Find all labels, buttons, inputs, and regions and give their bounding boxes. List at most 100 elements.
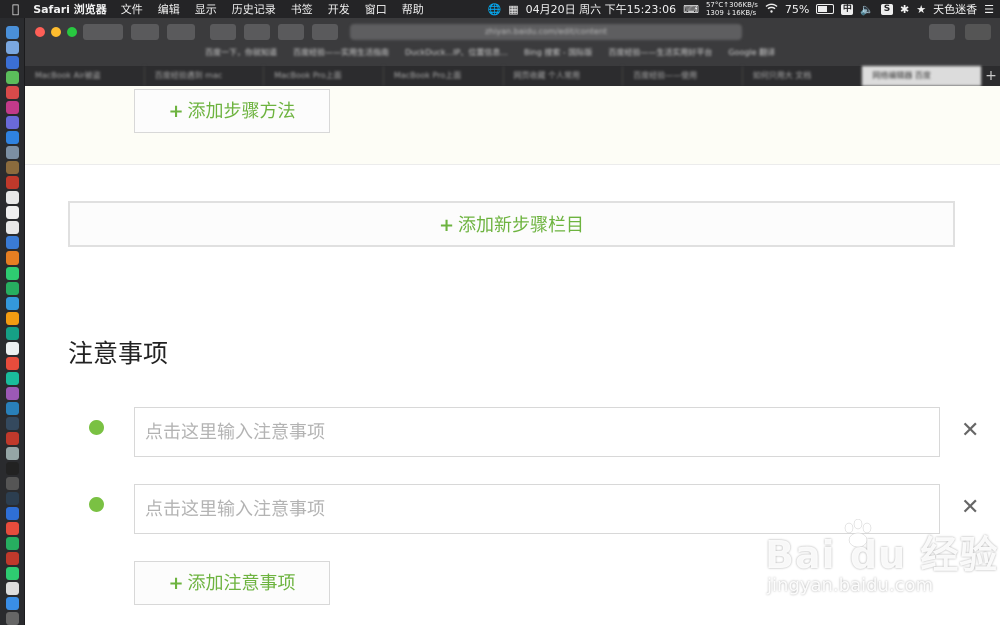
sogou-icon[interactable]: S [881, 3, 894, 15]
globe-icon[interactable]: 🌐 [488, 3, 502, 16]
add-note-button[interactable]: + 添加注意事项 [134, 561, 330, 605]
dock-app-icon[interactable] [5, 116, 19, 130]
menu-bookmarks[interactable]: 书签 [291, 1, 313, 17]
dock-app-icon[interactable] [5, 386, 19, 400]
dock-app-icon[interactable] [5, 476, 19, 490]
browser-tab[interactable]: MacBook Pro上面 [384, 66, 504, 86]
user-name[interactable]: 天色迷香 [933, 1, 977, 17]
favorite-item[interactable]: 百度一下，你就知道 [205, 45, 277, 61]
apple-icon[interactable]:  [12, 2, 19, 16]
volume-icon[interactable]: 🔈 [860, 3, 874, 16]
add-step-method-button[interactable]: + 添加步骤方法 [134, 89, 330, 133]
dock-app-icon[interactable] [5, 416, 19, 430]
browser-tab[interactable]: 如何只用大 文档 [743, 66, 863, 86]
favorite-item[interactable]: DuckDuck...IP、位置信息... [405, 45, 508, 61]
browser-tab[interactable]: MacBook Pro上面 [264, 66, 384, 86]
dock-app-icon[interactable] [5, 101, 19, 115]
favorite-item[interactable]: Bing 搜索 - 国际版 [524, 45, 592, 61]
dock-app-icon[interactable] [5, 176, 19, 190]
add-step-section-button[interactable]: + 添加新步骤栏目 [68, 201, 955, 247]
dock-app-icon[interactable] [5, 56, 19, 70]
sidebar-button[interactable] [131, 24, 159, 40]
browser-tab[interactable]: 百度经验遇到 mac [145, 66, 265, 86]
dock-app-icon[interactable] [5, 266, 19, 280]
share-button[interactable] [929, 24, 955, 40]
extension-button-3[interactable] [278, 24, 304, 40]
dock-app-icon[interactable] [5, 491, 19, 505]
keyboard-icon[interactable]: ⌨ [683, 3, 699, 16]
dock-app-icon[interactable] [5, 582, 19, 596]
dock-app-icon[interactable] [5, 161, 19, 175]
menu-view[interactable]: 显示 [195, 1, 217, 17]
clock-datetime[interactable]: 04月20日 周六 下午15:23:06 [526, 1, 676, 17]
browser-tab[interactable]: MacBook Air被盗 [25, 66, 145, 86]
close-window-icon[interactable] [35, 27, 45, 37]
dock-app-icon[interactable] [5, 296, 19, 310]
dock-app-icon[interactable] [5, 597, 19, 611]
note-input[interactable] [134, 407, 940, 457]
dock-app-icon[interactable] [5, 567, 19, 581]
dock-app-icon[interactable] [5, 461, 19, 475]
dock-app-icon[interactable] [5, 612, 19, 625]
dock-app-icon[interactable] [5, 371, 19, 385]
dock-app-icon[interactable] [5, 356, 19, 370]
extension-button-4[interactable] [312, 24, 338, 40]
bluetooth-icon[interactable]: ✱ [900, 3, 909, 16]
dock-app-icon[interactable] [5, 341, 19, 355]
new-tab-button[interactable]: + [982, 66, 1000, 86]
dock-app-icon[interactable] [5, 26, 19, 40]
wifi-icon[interactable] [765, 3, 778, 16]
extension-button[interactable] [210, 24, 236, 40]
browser-tab-active[interactable]: 网络编辑器 百度 [862, 66, 982, 86]
browser-tab[interactable]: 百度经验——使用 [623, 66, 743, 86]
favorite-item[interactable]: 百度经验——生活实用好平台 [608, 45, 712, 61]
extension-button-2[interactable] [244, 24, 270, 40]
browser-tab[interactable]: 网页收藏 个人常用 [504, 66, 624, 86]
tab-overview-button[interactable] [965, 24, 991, 40]
dock-app-icon[interactable] [5, 41, 19, 55]
zoom-window-icon[interactable] [67, 27, 77, 37]
menu-window[interactable]: 窗口 [365, 1, 387, 17]
back-forward-button[interactable] [83, 24, 123, 40]
input-method-icon[interactable]: 中 [841, 3, 854, 15]
step-area: + 添加步骤方法 [25, 86, 1000, 165]
dock-app-icon[interactable] [5, 236, 19, 250]
battery-icon[interactable] [816, 4, 835, 14]
battery-percent[interactable]: 75% [785, 3, 809, 16]
dock-app-icon[interactable] [5, 326, 19, 340]
menu-help[interactable]: 帮助 [402, 1, 424, 17]
dock-app-icon[interactable] [5, 507, 19, 521]
dock-app-icon[interactable] [5, 146, 19, 160]
star-icon[interactable]: ★ [916, 3, 926, 16]
dock-app-icon[interactable] [5, 311, 19, 325]
dock-app-icon[interactable] [5, 446, 19, 460]
minimize-window-icon[interactable] [51, 27, 61, 37]
home-button[interactable] [167, 24, 195, 40]
dock-app-icon[interactable] [5, 537, 19, 551]
dock-app-icon[interactable] [5, 431, 19, 445]
note-input[interactable] [134, 484, 940, 534]
dock-app-icon[interactable] [5, 251, 19, 265]
dock-app-icon[interactable] [5, 206, 19, 220]
menu-develop[interactable]: 开发 [328, 1, 350, 17]
menu-edit[interactable]: 编辑 [158, 1, 180, 17]
dock-app-icon[interactable] [5, 221, 19, 235]
dock-app-icon[interactable] [5, 71, 19, 85]
dock-app-icon[interactable] [5, 552, 19, 566]
dock-app-icon[interactable] [5, 401, 19, 415]
menu-app-name[interactable]: Safari 浏览器 [33, 1, 107, 17]
favorite-item[interactable]: 百度经验——实用生活指南 [293, 45, 389, 61]
dock-app-icon[interactable] [5, 281, 19, 295]
menu-file[interactable]: 文件 [121, 1, 143, 17]
dock-app-icon[interactable] [5, 191, 19, 205]
menu-history[interactable]: 历史记录 [232, 1, 276, 17]
address-bar[interactable]: zhiyan.baidu.com/edit/content [350, 24, 742, 40]
network-monitor[interactable]: 57°C↑306KB/s 1309 ↓16KB/s [706, 1, 758, 17]
favorite-item[interactable]: Google 翻译 [728, 45, 775, 61]
delete-note-icon[interactable]: ✕ [961, 419, 979, 443]
dock-app-icon[interactable] [5, 522, 19, 536]
dock-app-icon[interactable] [5, 131, 19, 145]
delete-note-icon[interactable]: ✕ [961, 496, 979, 520]
dock-app-icon[interactable] [5, 86, 19, 100]
notification-list-icon[interactable]: ☰ [984, 3, 994, 16]
